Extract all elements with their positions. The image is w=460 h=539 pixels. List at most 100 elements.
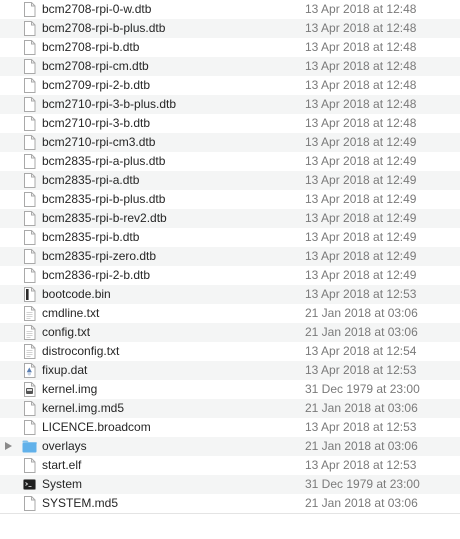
file-row[interactable]: System 31 Dec 1979 at 23:00 xyxy=(0,475,460,494)
date-modified: 13 Apr 2018 at 12:54 xyxy=(305,344,417,358)
date-modified: 13 Apr 2018 at 12:48 xyxy=(305,116,417,130)
date-modified: 21 Jan 2018 at 03:06 xyxy=(305,401,418,415)
date-modified: 13 Apr 2018 at 12:53 xyxy=(305,420,417,434)
date-modified: 13 Apr 2018 at 12:53 xyxy=(305,363,417,377)
file-row[interactable]: bcm2710-rpi-3-b.dtb 13 Apr 2018 at 12:48 xyxy=(0,114,460,133)
folder-icon xyxy=(22,440,37,453)
file-name: bcm2835-rpi-zero.dtb xyxy=(42,249,157,263)
file-row[interactable]: LICENCE.broadcom 13 Apr 2018 at 12:53 xyxy=(0,418,460,437)
document-icon xyxy=(23,173,36,188)
file-name: bcm2710-rpi-cm3.dtb xyxy=(42,135,156,149)
file-row[interactable]: bcm2708-rpi-b.dtb 13 Apr 2018 at 12:48 xyxy=(0,38,460,57)
file-name: bcm2835-rpi-b-plus.dtb xyxy=(42,192,166,206)
document-icon xyxy=(23,78,36,93)
date-modified: 13 Apr 2018 at 12:48 xyxy=(305,40,417,54)
file-row[interactable]: SYSTEM.md5 21 Jan 2018 at 03:06 xyxy=(0,494,460,513)
date-modified: 13 Apr 2018 at 12:49 xyxy=(305,268,417,282)
date-modified: 21 Jan 2018 at 03:06 xyxy=(305,306,418,320)
date-modified: 13 Apr 2018 at 12:48 xyxy=(305,97,417,111)
file-name: bcm2710-rpi-3-b.dtb xyxy=(42,116,151,130)
document-icon xyxy=(23,116,36,131)
date-modified: 13 Apr 2018 at 12:48 xyxy=(305,21,417,35)
file-row[interactable]: bcm2710-rpi-3-b-plus.dtb 13 Apr 2018 at 1… xyxy=(0,95,460,114)
document-icon xyxy=(23,249,36,264)
file-row[interactable]: bcm2708-rpi-cm.dtb 13 Apr 2018 at 12:48 xyxy=(0,57,460,76)
date-modified: 13 Apr 2018 at 12:49 xyxy=(305,154,417,168)
document-icon xyxy=(23,135,36,150)
date-modified: 13 Apr 2018 at 12:49 xyxy=(305,192,417,206)
file-row[interactable]: bcm2836-rpi-2-b.dtb 13 Apr 2018 at 12:49 xyxy=(0,266,460,285)
file-row[interactable]: config.txt 21 Jan 2018 at 03:06 xyxy=(0,323,460,342)
date-modified: 21 Jan 2018 at 03:06 xyxy=(305,496,418,510)
document-icon xyxy=(23,496,36,511)
document-icon xyxy=(23,401,36,416)
document-icon xyxy=(23,420,36,435)
date-modified: 31 Dec 1979 at 23:00 xyxy=(305,477,420,491)
file-row[interactable]: bcm2835-rpi-b-rev2.dtb 13 Apr 2018 at 12:… xyxy=(0,209,460,228)
date-modified: 13 Apr 2018 at 12:53 xyxy=(305,458,417,472)
date-modified: 13 Apr 2018 at 12:48 xyxy=(305,2,417,16)
date-modified: 13 Apr 2018 at 12:48 xyxy=(305,59,417,73)
disclosure-triangle-icon[interactable] xyxy=(5,442,12,450)
list-bottom-divider xyxy=(0,513,460,539)
file-row[interactable]: fixup.dat 13 Apr 2018 at 12:53 xyxy=(0,361,460,380)
document-icon xyxy=(23,2,36,17)
file-name: bcm2708-rpi-b.dtb xyxy=(42,40,140,54)
file-name: bcm2710-rpi-3-b-plus.dtb xyxy=(42,97,177,111)
file-row[interactable]: kernel.img.md5 21 Jan 2018 at 03:06 xyxy=(0,399,460,418)
file-row[interactable]: bcm2709-rpi-2-b.dtb 13 Apr 2018 at 12:48 xyxy=(0,76,460,95)
file-name: LICENCE.broadcom xyxy=(42,420,151,434)
date-modified: 13 Apr 2018 at 12:53 xyxy=(305,287,417,301)
document-icon xyxy=(23,458,36,473)
date-modified: 13 Apr 2018 at 12:48 xyxy=(305,78,417,92)
file-row[interactable]: bcm2835-rpi-zero.dtb 13 Apr 2018 at 12:49 xyxy=(0,247,460,266)
date-modified: 13 Apr 2018 at 12:49 xyxy=(305,230,417,244)
file-name: bcm2835-rpi-b.dtb xyxy=(42,230,140,244)
document-icon xyxy=(23,21,36,36)
file-name: bootcode.bin xyxy=(42,287,111,301)
file-row[interactable]: bcm2835-rpi-a-plus.dtb 13 Apr 2018 at 12:… xyxy=(0,152,460,171)
file-name: bcm2708-rpi-b-plus.dtb xyxy=(42,21,166,35)
file-row[interactable]: bcm2835-rpi-b.dtb 13 Apr 2018 at 12:49 xyxy=(0,228,460,247)
file-name: bcm2835-rpi-a.dtb xyxy=(42,173,140,187)
text-file-icon xyxy=(23,325,36,340)
file-row[interactable]: bcm2708-rpi-0-w.dtb 13 Apr 2018 at 12:48 xyxy=(0,0,460,19)
file-name: SYSTEM.md5 xyxy=(42,496,119,510)
data-file-icon xyxy=(23,363,36,378)
file-name: bcm2835-rpi-a-plus.dtb xyxy=(42,154,166,168)
file-row[interactable]: bcm2835-rpi-b-plus.dtb 13 Apr 2018 at 12:… xyxy=(0,190,460,209)
document-icon xyxy=(23,192,36,207)
file-row[interactable]: cmdline.txt 21 Jan 2018 at 03:06 xyxy=(0,304,460,323)
file-row[interactable]: bcm2835-rpi-a.dtb 13 Apr 2018 at 12:49 xyxy=(0,171,460,190)
document-icon xyxy=(23,154,36,169)
file-row[interactable]: distroconfig.txt 13 Apr 2018 at 12:54 xyxy=(0,342,460,361)
text-file-icon xyxy=(23,344,36,359)
file-name: start.elf xyxy=(42,458,82,472)
file-row[interactable]: bootcode.bin 13 Apr 2018 at 12:53 xyxy=(0,285,460,304)
document-icon xyxy=(23,40,36,55)
terminal-icon xyxy=(23,477,36,492)
file-name: bcm2835-rpi-b-rev2.dtb xyxy=(42,211,167,225)
file-name: System xyxy=(42,477,83,491)
text-file-icon xyxy=(23,306,36,321)
file-row[interactable]: start.elf 13 Apr 2018 at 12:53 xyxy=(0,456,460,475)
file-row[interactable]: kernel.img 31 Dec 1979 at 23:00 xyxy=(0,380,460,399)
date-modified: 13 Apr 2018 at 12:49 xyxy=(305,249,417,263)
file-name: distroconfig.txt xyxy=(42,344,120,358)
file-name: config.txt xyxy=(42,325,91,339)
file-name: fixup.dat xyxy=(42,363,88,377)
file-name: kernel.img.md5 xyxy=(42,401,125,415)
folder-row[interactable]: overlays 21 Jan 2018 at 03:06 xyxy=(0,437,460,456)
document-icon xyxy=(23,230,36,245)
disk-image-icon xyxy=(23,382,36,397)
date-modified: 13 Apr 2018 at 12:49 xyxy=(305,173,417,187)
document-icon xyxy=(23,59,36,74)
document-icon xyxy=(23,268,36,283)
date-modified: 21 Jan 2018 at 03:06 xyxy=(305,439,418,453)
file-name: bcm2836-rpi-2-b.dtb xyxy=(42,268,151,282)
file-row[interactable]: bcm2710-rpi-cm3.dtb 13 Apr 2018 at 12:49 xyxy=(0,133,460,152)
date-modified: 13 Apr 2018 at 12:49 xyxy=(305,135,417,149)
date-modified: 21 Jan 2018 at 03:06 xyxy=(305,325,418,339)
file-name: bcm2709-rpi-2-b.dtb xyxy=(42,78,151,92)
file-row[interactable]: bcm2708-rpi-b-plus.dtb 13 Apr 2018 at 12:… xyxy=(0,19,460,38)
